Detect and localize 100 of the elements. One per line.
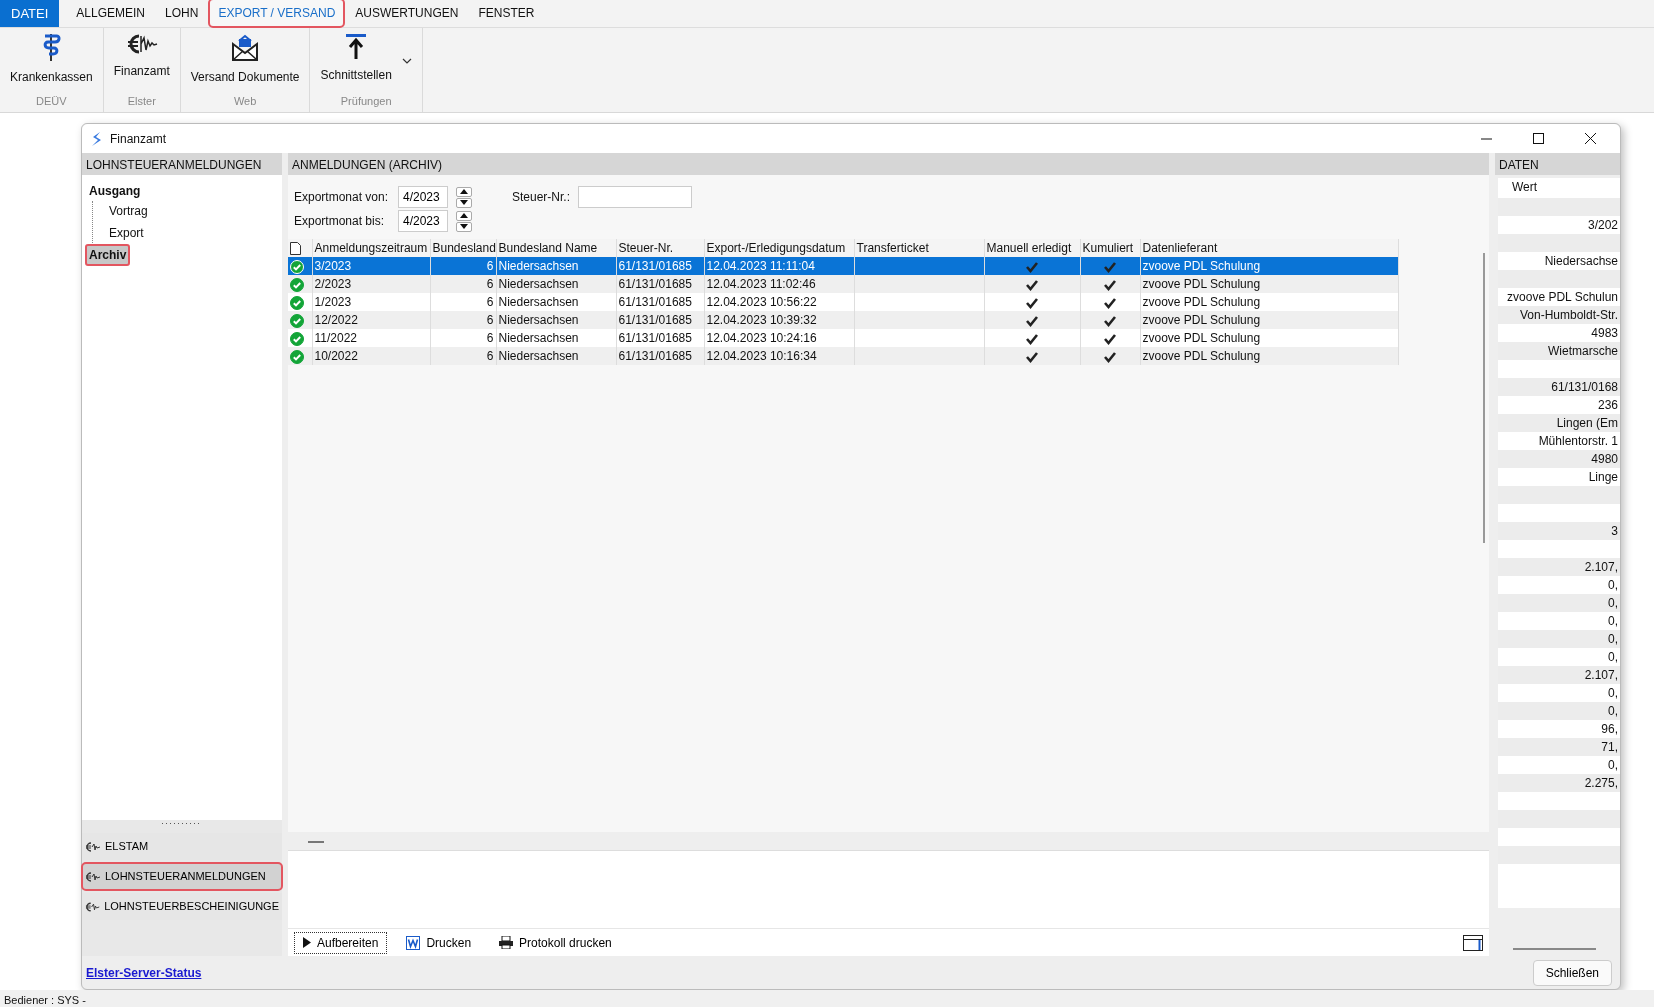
down-arrow-icon [460, 200, 468, 205]
table-row[interactable]: 12/2022 6 Niedersachsen 61/131/01685 12.04.2023 10:39:32 zvoove PDL Schulung [288, 311, 1398, 329]
tax-number-field[interactable] [578, 186, 693, 208]
column-header[interactable]: Manuell erledigt [984, 239, 1080, 257]
table-cell: 61/131/01685 [616, 347, 704, 365]
word-document-icon [406, 935, 421, 950]
value-cell: 0, [1498, 702, 1620, 720]
table-cell: 1/2023 [312, 293, 430, 311]
dropdown-caret-icon[interactable] [401, 58, 412, 64]
value-cell: 3 [1498, 522, 1620, 540]
table-cell: 61/131/01685 [616, 329, 704, 347]
column-header[interactable]: Transferticket [854, 239, 984, 257]
table-cell: 6 [430, 347, 496, 365]
up-arrow-icon [460, 189, 468, 194]
table-cell: 12.04.2023 10:24:16 [704, 329, 854, 347]
tree-item[interactable]: Vortrag [107, 201, 151, 221]
panel-header: DATEN [1495, 153, 1620, 175]
menu-tab[interactable]: FENSTER [469, 0, 544, 27]
field-label: Steuer-Nr.: [512, 189, 571, 206]
euro-signal-icon [85, 841, 101, 852]
close-dialog-button[interactable]: Schließen [1532, 959, 1612, 986]
column-header[interactable]: Kumuliert [1080, 239, 1140, 257]
value-cell-text: 4983 [1590, 325, 1619, 342]
value-cell-text: Niedersachse [1543, 253, 1619, 270]
table-cell: zvoove PDL Schulung [1140, 311, 1398, 329]
value-cell-text: 96, [1600, 721, 1619, 738]
value-cell: 71, [1498, 738, 1620, 756]
table-cell: Niedersachsen [496, 293, 616, 311]
column-header[interactable]: Datenlieferant [1140, 239, 1398, 257]
column-header[interactable]: Anmeldungszeitraum [312, 239, 430, 257]
value-cell: 0, [1498, 630, 1620, 648]
nav-item[interactable]: LOHNSTEUERANMELDUNGEN [82, 863, 282, 890]
menu-tab[interactable]: ALLGEMEIN [67, 0, 155, 27]
printer-button[interactable]: Protokoll drucken [490, 931, 621, 954]
menu-tab[interactable]: EXPORT / VERSAND [209, 0, 345, 27]
value-cell-text: 0, [1607, 649, 1619, 666]
value-cell-text: 236 [1596, 397, 1619, 414]
table-row[interactable]: 10/2022 6 Niedersachsen 61/131/01685 12.04.2023 10:16:34 zvoove PDL Schulung [288, 347, 1398, 365]
month-field[interactable]: 4/2023 [398, 186, 448, 208]
value-cell: 0, [1498, 594, 1620, 612]
close-icon [1584, 133, 1596, 144]
scrollbar-thumb[interactable] [1483, 253, 1485, 543]
group-label: DEÜV [36, 93, 67, 109]
file-menu-tab[interactable]: DATEI [0, 0, 60, 27]
value-cell: 2.107, [1498, 558, 1620, 576]
spin-down-button[interactable] [456, 197, 472, 208]
table-cell: 12.04.2023 10:56:22 [704, 293, 854, 311]
table-row[interactable]: 3/2023 6 Niedersachsen 61/131/01685 12.04.2023 11:11:04 zvoove PDL Schulung [288, 257, 1398, 275]
tree-item[interactable]: Ausgang [86, 181, 144, 201]
table-row[interactable]: 11/2022 6 Niedersachsen 61/131/01685 12.04.2023 10:24:16 zvoove PDL Schulung [288, 329, 1398, 347]
group-label: Web [233, 93, 257, 109]
upload-button[interactable]: Schnittstellen [316, 28, 416, 84]
field-label: Exportmonat von: [294, 189, 390, 206]
tree-item[interactable]: Export [107, 223, 147, 243]
status-text: Bediener : SYS - [4, 994, 86, 1006]
table-cell: Niedersachsen [496, 275, 616, 293]
value-cell: Von-Humboldt-Str. [1498, 306, 1620, 324]
down-arrow-icon [460, 224, 468, 229]
month-field[interactable]: 4/2023 [398, 210, 448, 232]
column-header[interactable]: Export-/Erledigungsdatum [704, 239, 854, 257]
column-header[interactable]: Bundesland Name [496, 239, 616, 257]
envelope-icon [230, 32, 261, 62]
column-header[interactable]: Steuer-Nr. [616, 239, 704, 257]
column-header[interactable]: Wert [1498, 178, 1620, 198]
table-row[interactable]: 2/2023 6 Niedersachsen 61/131/01685 12.04.2023 11:02:46 zvoove PDL Schulung [288, 275, 1398, 293]
play-button[interactable]: Aufbereiten [294, 931, 388, 954]
table-cell: zvoove PDL Schulung [1140, 275, 1398, 293]
table-cell: 12.04.2023 11:02:46 [704, 275, 854, 293]
table-cell: zvoove PDL Schulung [1140, 293, 1398, 311]
table-cell: 61/131/01685 [616, 257, 704, 275]
scrollbar-thumb[interactable] [1513, 948, 1596, 950]
spin-down-button[interactable] [456, 221, 472, 232]
table-cell: 12.04.2023 11:11:04 [704, 257, 854, 275]
table-row[interactable]: 1/2023 6 Niedersachsen 61/131/01685 12.04.2023 10:56:22 zvoove PDL Schulung [288, 293, 1398, 311]
table-cell: 61/131/01685 [616, 293, 704, 311]
euro-signal-icon [85, 901, 101, 912]
tree-item[interactable]: Archiv [86, 245, 130, 265]
printer-icon [499, 936, 514, 949]
status-link[interactable]: Elster-Server-Status [86, 963, 202, 982]
table-cell: zvoove PDL Schulung [1140, 347, 1398, 365]
envelope-button[interactable]: Versand Dokumente [186, 28, 304, 86]
panel-layout-icon[interactable] [1463, 934, 1483, 951]
value-cell: Lingen (Em [1498, 414, 1620, 432]
value-cell-text: 3/202 [1586, 217, 1619, 234]
window-title: Finanzamt [110, 130, 168, 148]
table-cell: 6 [430, 311, 496, 329]
group-label: Prüfungen [340, 93, 392, 109]
column-header[interactable]: Bundesland [430, 239, 496, 257]
spin-up-button[interactable] [456, 186, 472, 197]
euro-button[interactable]: Finanzamt [109, 28, 174, 80]
spin-up-button[interactable] [456, 210, 472, 221]
panel-header: LOHNSTEUERANMELDUNGEN [82, 153, 282, 175]
menu-tab[interactable]: AUSWERTUNGEN [346, 0, 468, 27]
value-cell-text: Linge [1587, 469, 1619, 486]
word-button[interactable]: Drucken [397, 931, 481, 954]
value-cell-text: 0, [1607, 685, 1619, 702]
caduceus-button[interactable]: Krankenkassen [6, 28, 97, 86]
value-cell: 2.107, [1498, 666, 1620, 684]
menu-tab[interactable]: LOHN [156, 0, 208, 27]
table-cell: 3/2023 [312, 257, 430, 275]
